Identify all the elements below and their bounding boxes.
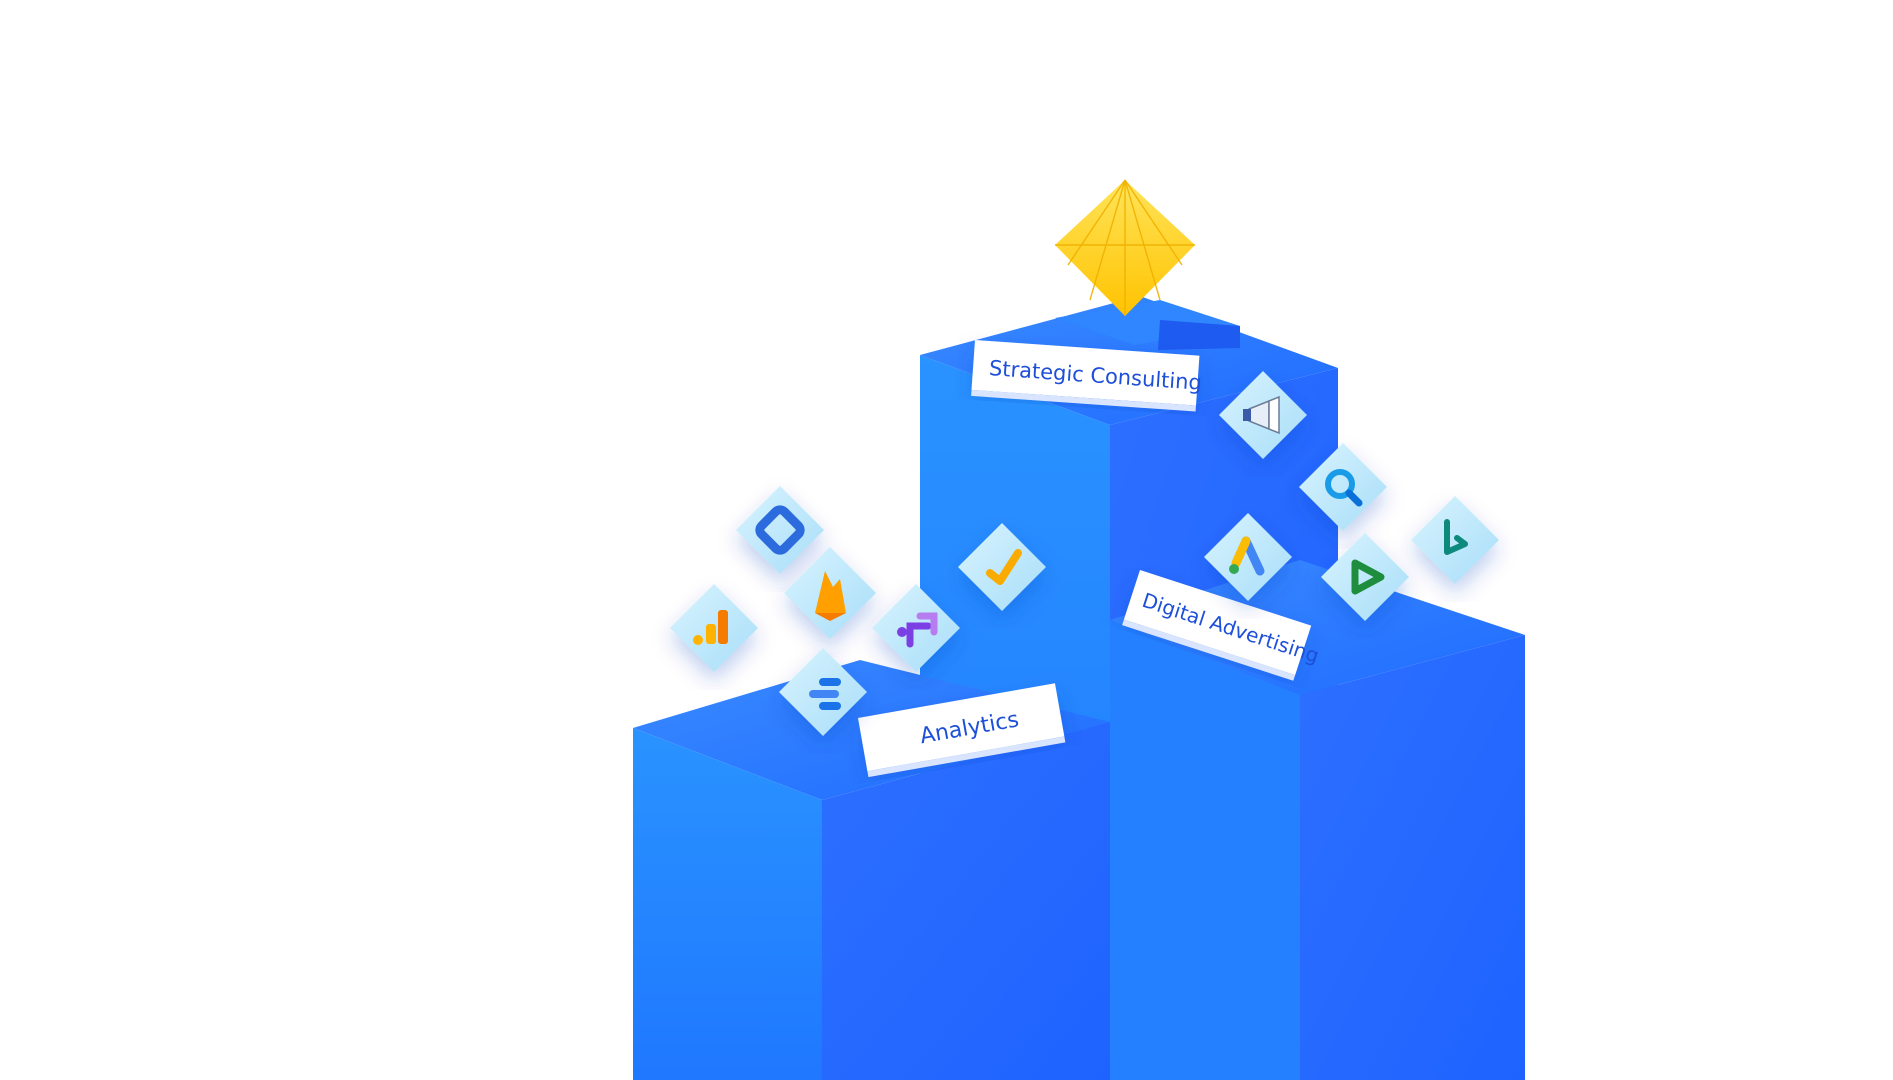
google-tag-manager-icon xyxy=(736,486,824,574)
diamond-gem-icon xyxy=(1055,179,1195,316)
google-analytics-icon xyxy=(670,584,758,672)
bing-icon xyxy=(1411,496,1499,584)
hero-illustration: Strategic Consulting Digital Advertising… xyxy=(633,179,1525,1080)
firebase-icon xyxy=(784,547,876,639)
